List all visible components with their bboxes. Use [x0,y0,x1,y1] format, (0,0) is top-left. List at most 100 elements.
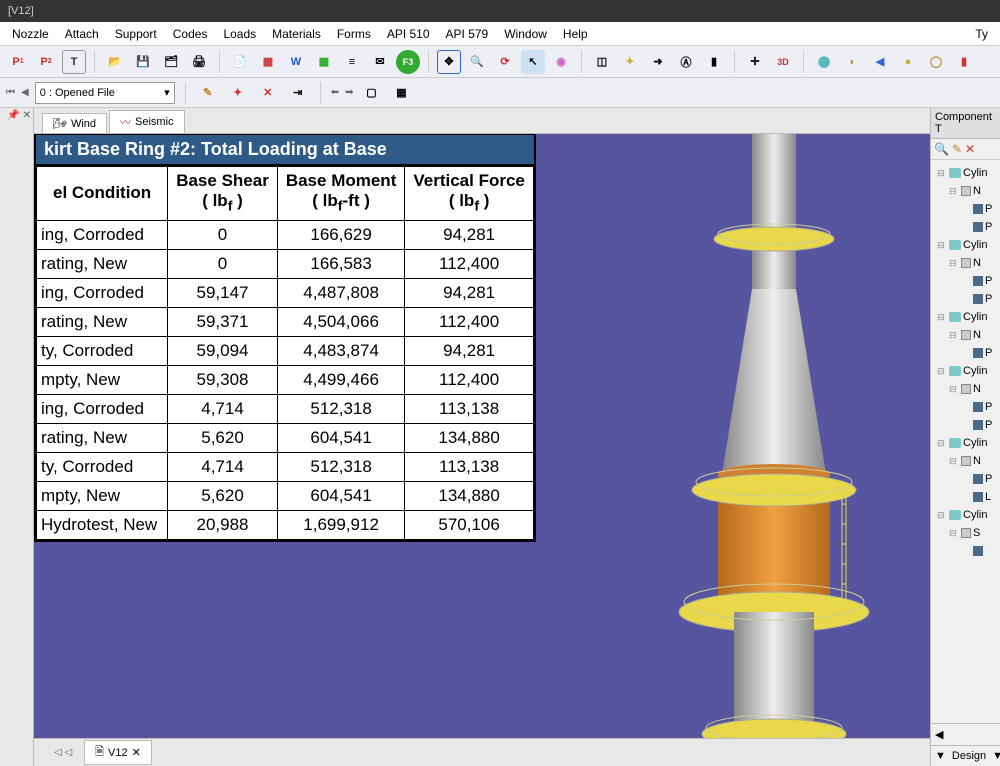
tree-node[interactable]: ⊟Cylin [933,506,998,524]
tool-p2[interactable]: P2 [34,50,58,74]
tab-nav-left-icon[interactable]: ◁ ◁ [54,747,72,758]
tool-t[interactable]: T [62,50,86,74]
tree-node[interactable]: P [933,344,998,362]
saveall-icon[interactable]: 🗂 [159,50,183,74]
tree-node[interactable]: P [933,200,998,218]
cell: 4,714 [168,394,278,423]
back-icon[interactable]: ⬅ [331,87,339,98]
title-bar: [V12] [0,0,1000,22]
exit-icon[interactable]: ⇥ [286,81,310,105]
menu-api579[interactable]: API 579 [438,27,497,41]
tree-node[interactable]: ⊟Cylin [933,362,998,380]
tree-node[interactable]: ⊟Cylin [933,308,998,326]
calc-icon[interactable]: ▦ [389,81,413,105]
cell: ing, Corroded [37,278,168,307]
tool-p1[interactable]: P1 [6,50,30,74]
menu-window[interactable]: Window [496,27,555,41]
f3-icon[interactable]: F3 [396,50,420,74]
excel-icon[interactable]: ▦ [312,50,336,74]
cell: 59,147 [168,278,278,307]
menu-loads[interactable]: Loads [215,27,264,41]
print-icon[interactable]: 🖨 [187,50,211,74]
3d-viewport[interactable]: kirt Base Ring #2: Total Loading at Base… [34,134,930,738]
cone-icon[interactable]: ◀ [868,50,892,74]
menu-codes[interactable]: Codes [165,27,216,41]
flange-icon[interactable]: ▮ [952,50,976,74]
cap-icon[interactable]: ● [896,50,920,74]
tree-edit-icon[interactable]: ✎ [952,142,962,156]
blank-icon[interactable]: ▢ [359,81,383,105]
menu-api510[interactable]: API 510 [379,27,438,41]
tree-node[interactable]: ⊟S [933,524,998,542]
tree-node[interactable]: ⊟Cylin [933,164,998,182]
tree-node[interactable] [933,542,998,560]
table-row: ing, Corroded59,1474,487,80894,281 [37,278,534,307]
tree-node[interactable]: ⊟Cylin [933,434,998,452]
tree-search-icon[interactable]: 🔍 [934,142,949,156]
menu-materials[interactable]: Materials [264,27,329,41]
menu-support[interactable]: Support [107,27,165,41]
tree-node[interactable]: ⊟N [933,452,998,470]
cube-icon[interactable]: ◫ [590,50,614,74]
edit-icon[interactable]: ✎ [196,81,220,105]
refresh-icon[interactable]: ⟳ [493,50,517,74]
menu-attach[interactable]: Attach [57,27,107,41]
axes-icon[interactable]: ✛ [743,50,767,74]
doc-tab[interactable]: 🗎V12 ✕ [84,740,152,765]
move-icon[interactable]: ✥ [437,50,461,74]
tree-del-icon[interactable]: ✕ [965,142,975,156]
footer-design[interactable]: Design [952,750,986,762]
zoom-icon[interactable]: 🔍 [465,50,489,74]
tree-node[interactable]: ⊟N [933,182,998,200]
save-icon[interactable]: 💾 [131,50,155,74]
rect-icon[interactable]: ▮ [702,50,726,74]
doc-icon[interactable]: 📄 [228,50,252,74]
tree-node[interactable]: P [933,218,998,236]
ring-icon[interactable]: ◯ [924,50,948,74]
fwd-icon[interactable]: ➡ [345,87,353,98]
tab-wind[interactable]: 🌬Wind [42,113,107,133]
component-tree[interactable]: ⊟Cylin⊟NPP⊟Cylin⊟NPP⊟Cylin⊟NP⊟Cylin⊟NPP⊟… [931,160,1000,723]
scroll-left-icon[interactable]: ◀ [935,728,943,741]
pdf-icon[interactable]: ▦ [256,50,280,74]
arrow-icon[interactable]: ➜ [646,50,670,74]
pin-icon[interactable]: 📌 ✕ [7,110,31,121]
wand-icon[interactable]: ✦ [226,81,250,105]
cell: rating, New [37,423,168,452]
menu-nozzle[interactable]: Nozzle [4,27,57,41]
open-icon[interactable]: 📂 [103,50,127,74]
a-icon[interactable]: Ⓐ [674,50,698,74]
tree-node[interactable]: P [933,398,998,416]
table-row: ty, Corroded59,0944,483,87494,281 [37,336,534,365]
tree-node[interactable]: ⊟N [933,380,998,398]
tree-node[interactable]: P [933,470,998,488]
file-dropdown[interactable]: 0 : Opened File▾ [35,82,175,104]
word-icon[interactable]: W [284,50,308,74]
nav-first-icon[interactable]: ⏮ [6,87,15,98]
menu-help[interactable]: Help [555,27,596,41]
cell: 59,308 [168,365,278,394]
star-icon[interactable]: ✦ [618,50,642,74]
p-icon [973,546,983,556]
mail-icon[interactable]: ✉ [368,50,392,74]
nav-prev-icon[interactable]: ◀ [21,87,29,98]
cylinder-icon[interactable]: ⬤ [812,50,836,74]
tree-node[interactable]: P [933,416,998,434]
color-icon[interactable]: ◉ [549,50,573,74]
tree-node[interactable]: ⊟N [933,326,998,344]
menu-forms[interactable]: Forms [329,27,379,41]
p-icon [973,348,983,358]
elbow-icon[interactable]: ◗ [840,50,864,74]
delete-icon[interactable]: ✕ [256,81,280,105]
tree-node[interactable]: ⊟Cylin [933,236,998,254]
tree-node[interactable]: P [933,272,998,290]
bullets-icon[interactable]: ≡ [340,50,364,74]
close-icon[interactable]: ✕ [132,746,141,759]
pointer-icon[interactable]: ↖ [521,50,545,74]
tree-node[interactable]: ⊟N [933,254,998,272]
tab-seismic[interactable]: 〰Seismic [109,110,185,133]
tree-node[interactable]: P [933,290,998,308]
p-icon [973,402,983,412]
3d-icon[interactable]: 3D [771,50,795,74]
tree-node[interactable]: L [933,488,998,506]
